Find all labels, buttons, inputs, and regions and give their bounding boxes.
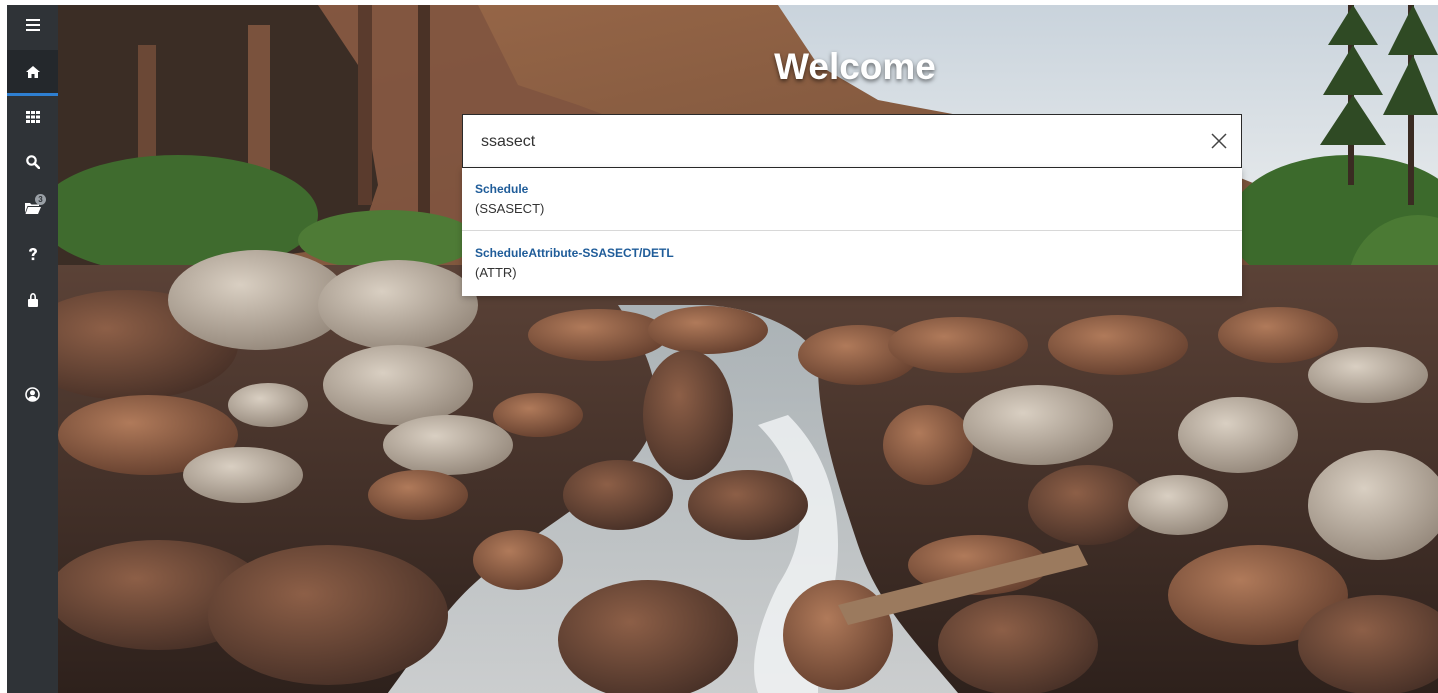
recently-opened-button[interactable]: 3 bbox=[7, 187, 58, 227]
app-frame: 3 Welcome ssasect Schedule (SSASECT) Sch… bbox=[0, 0, 1438, 693]
menu-button[interactable] bbox=[7, 5, 58, 45]
search-result-item[interactable]: ScheduleAttribute-SSASECT/DETL (ATTR) bbox=[462, 232, 1242, 295]
search-icon bbox=[25, 155, 40, 169]
question-icon bbox=[28, 247, 37, 260]
home-icon bbox=[25, 65, 40, 78]
clear-search-button[interactable] bbox=[1207, 129, 1231, 153]
hamburger-menu-icon bbox=[25, 19, 40, 31]
search-button[interactable] bbox=[7, 142, 58, 182]
result-title: Schedule bbox=[475, 182, 529, 196]
search-results-dropdown: Schedule (SSASECT) ScheduleAttribute-SSA… bbox=[462, 168, 1242, 296]
search-result-item[interactable]: Schedule (SSASECT) bbox=[462, 168, 1242, 231]
result-code: (SSASECT) bbox=[475, 201, 545, 216]
user-profile-button[interactable] bbox=[7, 374, 58, 414]
search-input[interactable] bbox=[481, 129, 1181, 155]
sign-out-button[interactable] bbox=[7, 280, 58, 320]
user-circle-icon bbox=[25, 386, 40, 402]
result-code: (ATTR) bbox=[475, 265, 517, 280]
welcome-title: Welcome bbox=[774, 46, 936, 87]
grid-icon bbox=[25, 111, 40, 123]
lock-icon bbox=[27, 293, 38, 307]
help-button[interactable] bbox=[7, 234, 58, 274]
sidebar: 3 bbox=[7, 5, 58, 693]
recent-count-badge: 3 bbox=[35, 194, 46, 205]
close-icon bbox=[1211, 133, 1227, 149]
applications-button[interactable] bbox=[7, 97, 58, 137]
search-bar bbox=[462, 114, 1242, 168]
background-photo bbox=[58, 5, 1438, 693]
home-button[interactable] bbox=[7, 50, 58, 96]
result-title: ScheduleAttribute-SSASECT/DETL bbox=[475, 246, 674, 260]
